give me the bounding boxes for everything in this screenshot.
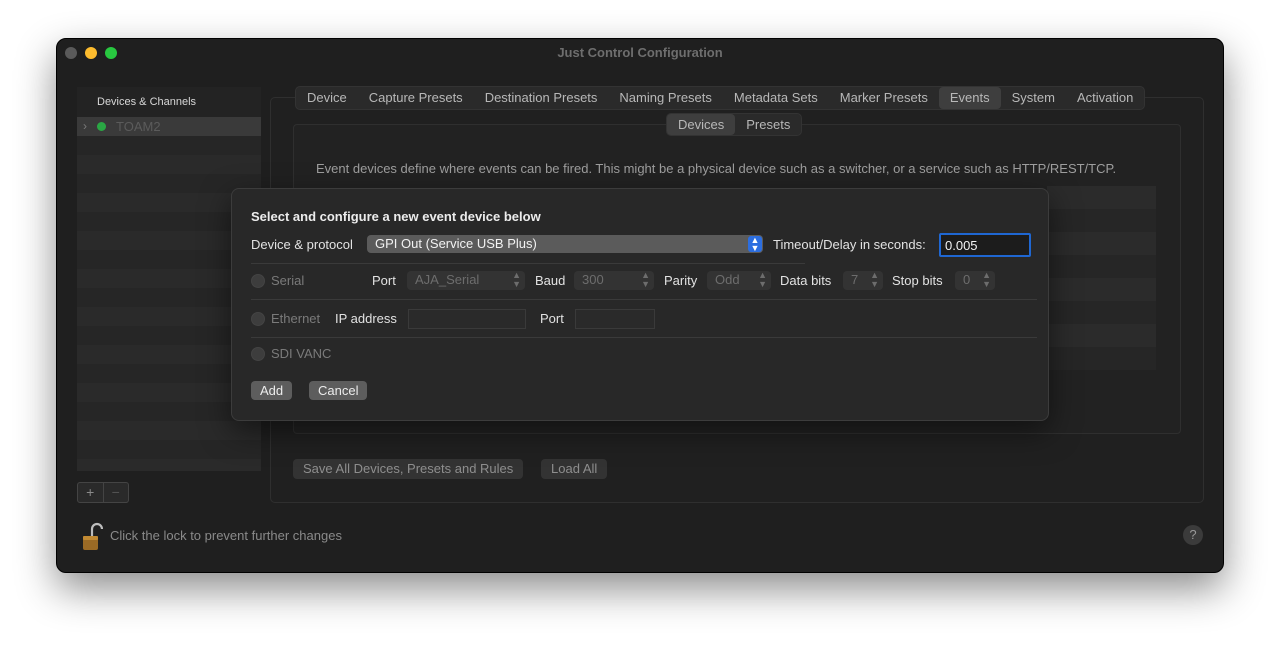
- serial-port-value: AJA_Serial: [415, 272, 480, 287]
- sdi-vanc-label: SDI VANC: [271, 346, 332, 361]
- timeout-field[interactable]: [939, 233, 1031, 257]
- new-event-device-sheet: Select and configure a new event device …: [231, 188, 1049, 421]
- tab-events[interactable]: Events: [938, 87, 1001, 109]
- parity-label: Parity: [664, 273, 698, 288]
- tab-device[interactable]: Device: [296, 87, 358, 109]
- tab-capture-presets[interactable]: Capture Presets: [358, 87, 474, 109]
- stop-bits-value: 0: [963, 272, 971, 287]
- cancel-button[interactable]: Cancel: [309, 381, 368, 400]
- baud-label: Baud: [535, 273, 566, 288]
- main-tabs: Device Capture Presets Destination Prese…: [295, 86, 1146, 110]
- data-bits-select[interactable]: 7 ▲ ▼: [843, 271, 883, 290]
- serial-label: Serial: [271, 273, 305, 288]
- timeout-input[interactable]: [941, 235, 1029, 255]
- serial-port-label: Port: [372, 273, 396, 288]
- tab-activation[interactable]: Activation: [1066, 87, 1144, 109]
- baud-select[interactable]: 300 ▲ ▼: [574, 271, 654, 290]
- device-protocol-value: GPI Out (Service USB Plus): [375, 236, 537, 251]
- device-protocol-select[interactable]: GPI Out (Service USB Plus) ▲ ▼: [367, 235, 763, 253]
- tab-metadata-sets[interactable]: Metadata Sets: [723, 87, 829, 109]
- title-bar: Just Control Configuration: [57, 39, 1223, 67]
- serial-radio[interactable]: [251, 274, 265, 288]
- timeout-label: Timeout/Delay in seconds:: [773, 237, 926, 252]
- event-devices-list[interactable]: [1047, 186, 1156, 370]
- save-all-button[interactable]: Save All Devices, Presets and Rules: [293, 459, 524, 479]
- lock-text: Click the lock to prevent further change…: [110, 528, 342, 543]
- ip-address-input[interactable]: [408, 309, 526, 329]
- chevron-up-down-icon: ▲ ▼: [641, 270, 650, 289]
- divider: [251, 337, 1037, 338]
- chevron-up-down-icon: ▲ ▼: [512, 270, 521, 289]
- device-protocol-label: Device & protocol: [251, 237, 353, 252]
- data-bits-value: 7: [851, 272, 859, 287]
- sidebar-add-remove-control: + −: [77, 482, 129, 503]
- load-all-button[interactable]: Load All: [541, 459, 608, 479]
- stop-bits-label: Stop bits: [892, 273, 943, 288]
- parity-value: Odd: [715, 272, 740, 287]
- ethernet-port-label: Port: [540, 311, 564, 326]
- serial-port-select[interactable]: AJA_Serial ▲ ▼: [407, 271, 525, 290]
- sidebar-item-device[interactable]: › TOAM2: [77, 117, 261, 136]
- add-device-button[interactable]: +: [78, 483, 103, 502]
- subtab-presets[interactable]: Presets: [735, 114, 801, 135]
- chevron-up-down-icon: ▲ ▼: [758, 270, 767, 289]
- divider: [251, 299, 1037, 300]
- chevron-up-down-icon: ▲ ▼: [982, 270, 991, 289]
- divider: [251, 263, 805, 264]
- chevron-up-down-icon: ▲ ▼: [748, 236, 762, 253]
- sidebar-header: Devices & Channels: [97, 96, 197, 108]
- add-button[interactable]: Add: [251, 381, 293, 400]
- ethernet-radio[interactable]: [251, 312, 265, 326]
- sidebar-item-label: TOAM2: [116, 119, 161, 134]
- window-title: Just Control Configuration: [557, 45, 723, 60]
- data-bits-label: Data bits: [780, 273, 832, 288]
- chevron-up-down-icon: ▲ ▼: [870, 270, 879, 289]
- tab-naming-presets[interactable]: Naming Presets: [608, 87, 722, 109]
- tab-marker-presets[interactable]: Marker Presets: [829, 87, 939, 109]
- sheet-heading: Select and configure a new event device …: [251, 209, 541, 224]
- baud-value: 300: [582, 272, 604, 287]
- ethernet-label: Ethernet: [271, 311, 321, 326]
- parity-select[interactable]: Odd ▲ ▼: [707, 271, 771, 290]
- remove-device-button[interactable]: −: [102, 483, 129, 502]
- status-dot-icon: [97, 122, 106, 131]
- chevron-right-icon[interactable]: ›: [83, 119, 87, 133]
- events-subtabs: Devices Presets: [666, 113, 803, 136]
- tab-system[interactable]: System: [1001, 87, 1066, 109]
- ethernet-port-input[interactable]: [575, 309, 655, 329]
- help-button[interactable]: ?: [1183, 525, 1203, 545]
- sdi-vanc-radio[interactable]: [251, 347, 265, 361]
- subtab-devices[interactable]: Devices: [667, 114, 736, 135]
- ip-address-label: IP address: [335, 311, 397, 326]
- events-description: Event devices define where events can be…: [316, 161, 1117, 176]
- unlocked-lock-icon[interactable]: [83, 522, 103, 552]
- stop-bits-select[interactable]: 0 ▲ ▼: [955, 271, 995, 290]
- tab-destination-presets[interactable]: Destination Presets: [474, 87, 609, 109]
